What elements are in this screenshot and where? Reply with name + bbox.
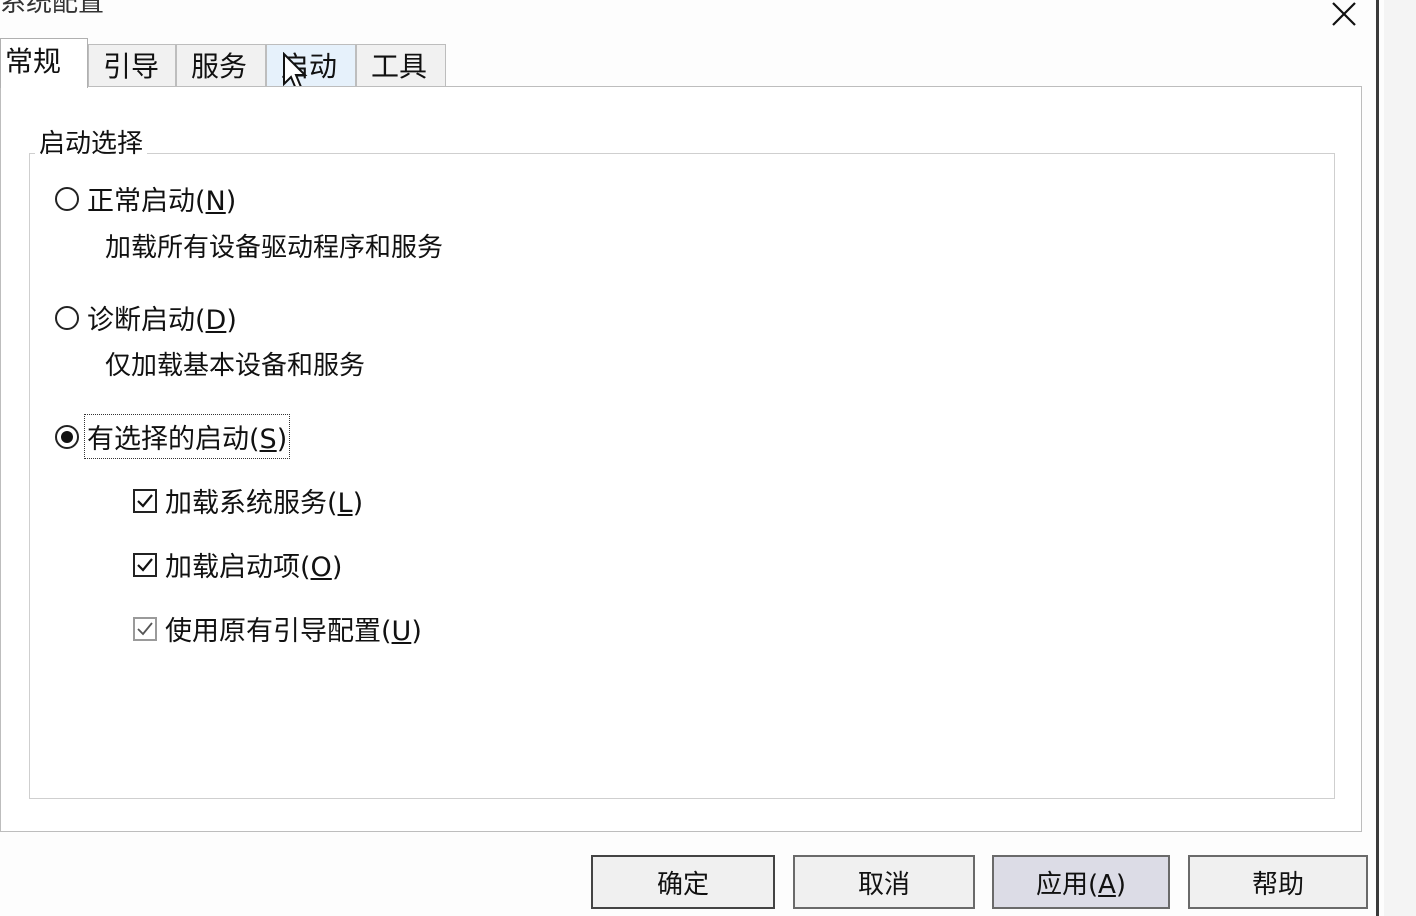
apply-button-label: 应用(A) [1035, 869, 1127, 900]
diagnostic-startup-option[interactable]: 诊断启动(D) [55, 298, 237, 337]
radio-selected-dot [61, 430, 73, 443]
load-system-services-checkbox[interactable] [133, 488, 157, 513]
normal-startup-label: 正常启动(N) [87, 186, 237, 217]
ok-button[interactable]: 确定 [591, 855, 775, 909]
group-title: 启动选择 [35, 123, 148, 160]
selective-startup-radio[interactable] [55, 424, 79, 449]
window-border [1376, 0, 1379, 916]
help-button[interactable]: 帮助 [1188, 855, 1368, 909]
tab-general[interactable]: 常规 [0, 38, 88, 88]
checkmark-icon [137, 557, 153, 572]
diagnostic-startup-radio[interactable] [55, 305, 79, 330]
diagnostic-startup-label: 诊断启动(D) [87, 305, 237, 336]
normal-startup-description: 加载所有设备驱动程序和服务 [105, 233, 444, 263]
tab-services[interactable]: 服务 [176, 44, 266, 88]
system-config-window: 系统配置 常规 引导 服务 启动 工具 启动选择 正常启动(N) 加载所有设备驱… [0, 0, 1416, 916]
load-startup-items-checkbox[interactable] [133, 552, 157, 577]
window-title: 系统配置 [0, 0, 104, 18]
close-button[interactable] [1320, 0, 1368, 34]
close-icon [1332, 2, 1356, 26]
apply-button[interactable]: 应用(A) [992, 855, 1170, 909]
selective-startup-option[interactable]: 有选择的启动(S) [55, 414, 291, 459]
load-system-services-label: 加载系统服务(L) [165, 488, 364, 519]
tab-startup[interactable]: 启动 [266, 44, 356, 88]
load-system-services-option[interactable]: 加载系统服务(L) [133, 481, 363, 520]
selective-startup-label: 有选择的启动(S) [83, 414, 291, 459]
use-original-boot-config-checkbox[interactable] [133, 616, 157, 641]
tab-boot[interactable]: 引导 [88, 44, 176, 88]
load-startup-items-label: 加载启动项(O) [165, 552, 343, 583]
tab-strip: 常规 引导 服务 启动 工具 [0, 38, 446, 88]
diagnostic-startup-description: 仅加载基本设备和服务 [105, 351, 366, 381]
load-startup-items-option[interactable]: 加载启动项(O) [133, 545, 342, 584]
checkmark-icon [137, 621, 153, 635]
normal-startup-option[interactable]: 正常启动(N) [55, 179, 236, 218]
window-title-text: 系统配置 [0, 0, 105, 18]
use-original-boot-config-option[interactable]: 使用原有引导配置(U) [133, 609, 422, 648]
checkmark-icon [137, 493, 153, 508]
general-tab-panel: 启动选择 正常启动(N) 加载所有设备驱动程序和服务 诊断启动(D) 仅加载基本… [0, 86, 1362, 832]
cancel-button[interactable]: 取消 [793, 855, 975, 909]
use-original-boot-config-label: 使用原有引导配置(U) [165, 616, 422, 647]
background-window [1384, 0, 1416, 916]
normal-startup-radio[interactable] [55, 186, 79, 211]
tab-tools[interactable]: 工具 [356, 44, 446, 88]
